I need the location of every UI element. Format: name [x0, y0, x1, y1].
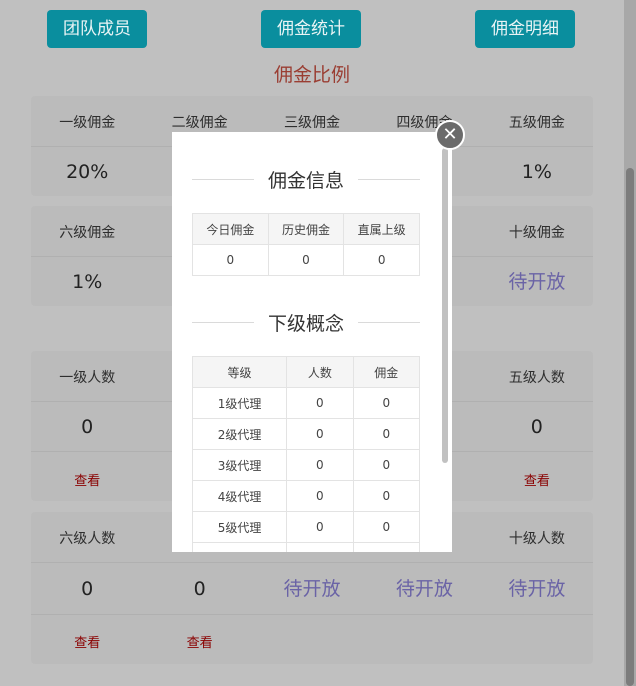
table-row: 2级代理 0 0	[191, 418, 421, 450]
modal-scrollbar-thumb[interactable]	[442, 148, 448, 463]
agent-people	[286, 542, 354, 552]
agent-people: 0	[286, 511, 354, 543]
today-commission-value: 0	[192, 244, 269, 276]
close-icon[interactable]: ✕	[435, 120, 465, 150]
modal-overlay: 佣金信息 今日佣金 历史佣金 直属上级 0 0 0 下级概念 等级 人数 佣金	[0, 0, 624, 686]
agent-commission: 0	[352, 480, 421, 512]
level-header: 等级	[191, 356, 288, 388]
commission-info-title: 佣金信息	[267, 170, 344, 192]
agent-people: 0	[286, 387, 354, 419]
today-commission-header: 今日佣金	[192, 213, 269, 245]
agent-level: 3级代理	[191, 449, 288, 481]
people-header: 人数	[286, 356, 354, 388]
table-row: 1级代理 0 0	[191, 387, 421, 419]
page-scrollbar-thumb[interactable]	[626, 168, 634, 686]
agent-people: 0	[286, 418, 354, 450]
commission-header: 佣金	[352, 356, 421, 388]
commission-info-modal: 佣金信息 今日佣金 历史佣金 直属上级 0 0 0 下级概念 等级 人数 佣金	[172, 132, 452, 552]
agent-level: 6级代理	[191, 542, 288, 552]
table-row: 3级代理 0 0	[191, 449, 421, 481]
history-commission-header: 历史佣金	[267, 213, 345, 245]
agent-commission: 0	[352, 418, 421, 450]
direct-superior-value: 0	[343, 244, 420, 276]
direct-superior-header: 直属上级	[343, 213, 420, 245]
agent-people: 0	[286, 480, 354, 512]
commission-info-heading: 佣金信息	[192, 164, 420, 194]
agent-commission: 0	[352, 449, 421, 481]
agent-people: 0	[286, 449, 354, 481]
subordinate-heading: 下级概念	[192, 307, 420, 337]
history-commission-value: 0	[267, 244, 345, 276]
agent-commission: 0	[352, 387, 421, 419]
table-row: 4级代理 0 0	[191, 480, 421, 512]
table-header-row: 今日佣金 历史佣金 直属上级	[192, 213, 420, 245]
table-header-row: 等级 人数 佣金	[191, 356, 421, 388]
agent-level: 4级代理	[191, 480, 288, 512]
subordinate-table: 等级 人数 佣金 1级代理 0 0 2级代理 0 0 3级代理 0 0 4级代理	[191, 356, 421, 552]
commission-info-table: 今日佣金 历史佣金 直属上级 0 0 0	[192, 213, 420, 276]
agent-level: 5级代理	[191, 511, 288, 543]
agent-level: 1级代理	[191, 387, 288, 419]
table-row: 6级代理	[191, 542, 421, 552]
table-row: 5级代理 0 0	[191, 511, 421, 543]
agent-commission: 0	[352, 511, 421, 543]
subordinate-title: 下级概念	[267, 313, 344, 335]
agent-level: 2级代理	[191, 418, 288, 450]
table-row: 0 0 0	[192, 244, 420, 276]
agent-commission	[352, 542, 421, 552]
